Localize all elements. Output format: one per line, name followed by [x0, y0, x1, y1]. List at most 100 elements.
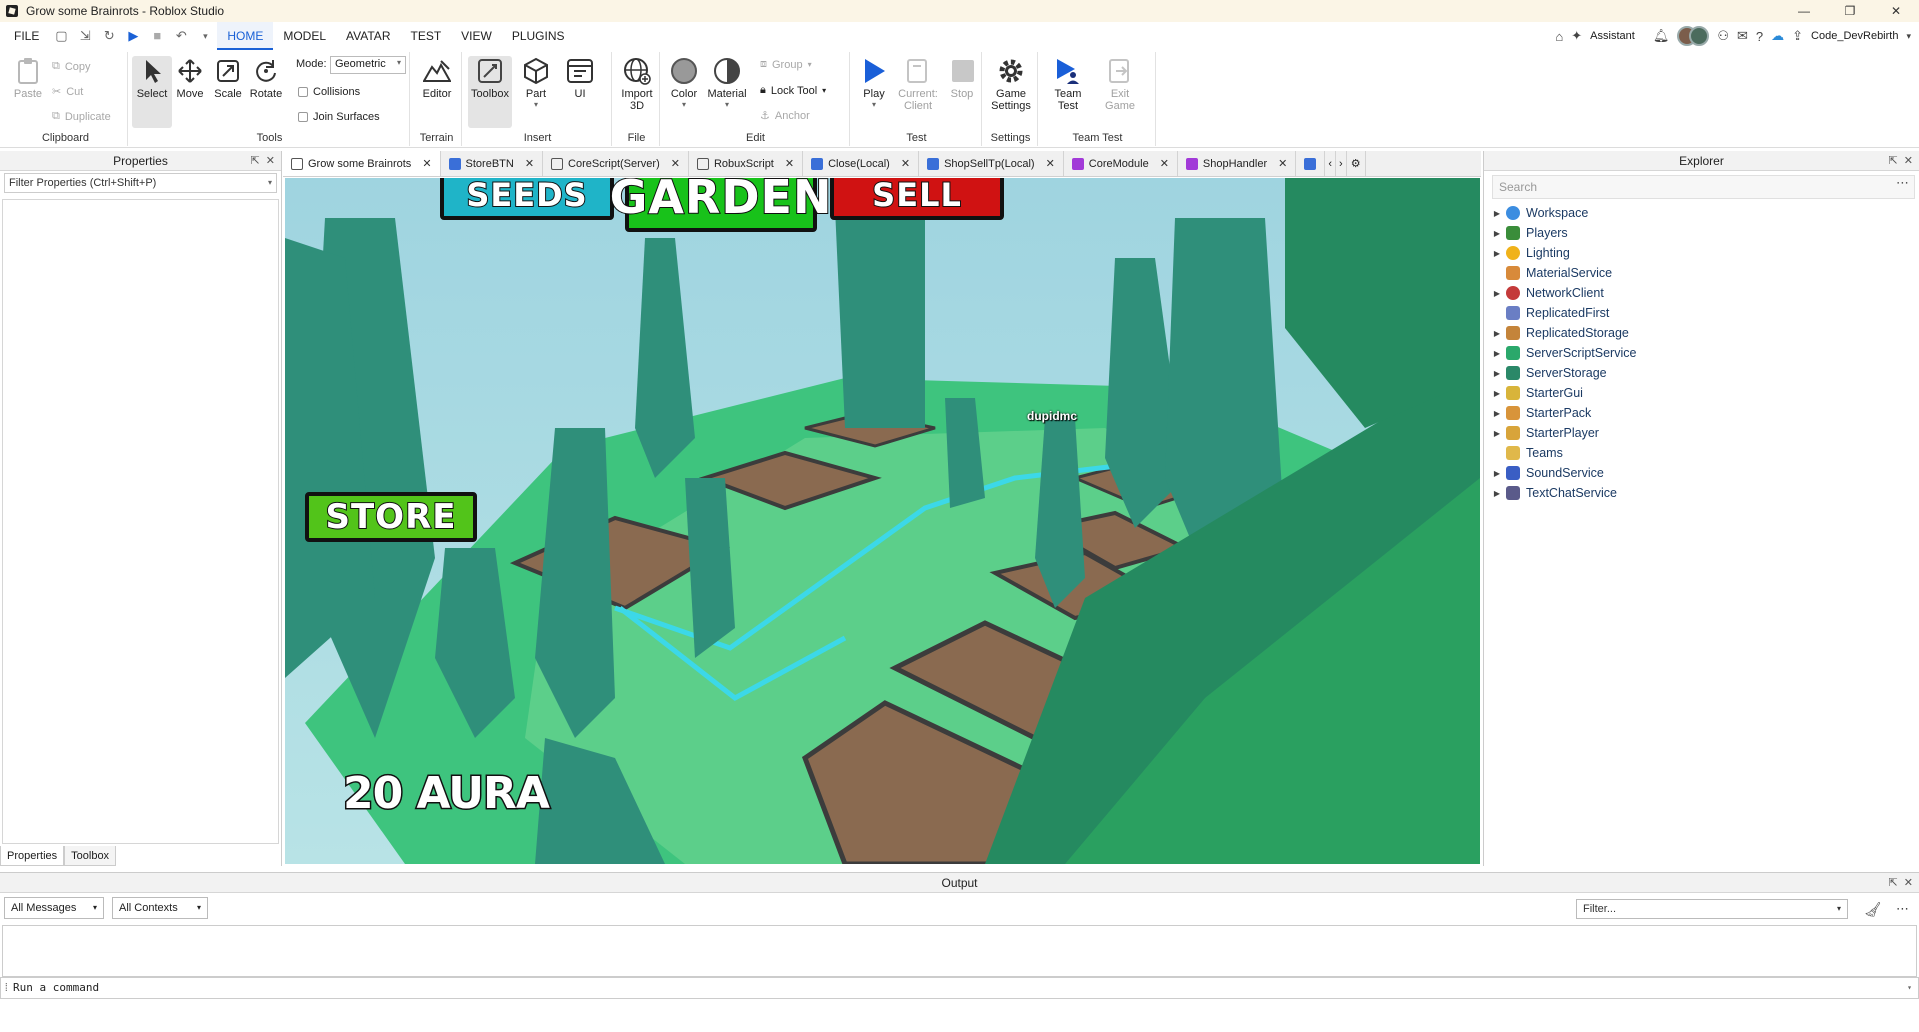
close-icon[interactable]: ✕ — [785, 157, 794, 170]
assistant-button[interactable]: Assistant — [1590, 30, 1635, 42]
tab-plugins[interactable]: PLUGINS — [502, 22, 575, 50]
exit-game-button[interactable]: Exit Game — [1100, 56, 1140, 112]
game-viewport[interactable]: SEEDS GARDEN SELL STORE 20 AURA dupidmc — [285, 178, 1480, 864]
doc-tab[interactable]: RobuxScript ✕ — [689, 151, 804, 176]
store-button[interactable]: STORE — [305, 492, 477, 542]
new-file-icon[interactable]: ▢ — [53, 28, 69, 44]
doc-tab[interactable]: Close(Local) ✕ — [803, 151, 920, 176]
expand-arrow-icon[interactable]: ▶ — [1490, 369, 1504, 378]
join-surfaces-checkbox[interactable] — [298, 112, 308, 122]
move-button[interactable]: Move — [170, 56, 210, 100]
tree-item-players[interactable]: ▶ Players — [1490, 223, 1919, 243]
color-button[interactable]: Color ▾ — [664, 56, 704, 109]
dock-icon[interactable]: ⇱ — [1888, 155, 1897, 167]
doc-tab[interactable]: CoreScript(Server) ✕ — [543, 151, 689, 176]
tree-item-replicatedstorage[interactable]: ▶ ReplicatedStorage — [1490, 323, 1919, 343]
close-icon[interactable]: ✕ — [1904, 155, 1913, 167]
close-icon[interactable]: ✕ — [1046, 157, 1055, 170]
doc-tab[interactable]: ShopSellTp(Local) ✕ — [919, 151, 1064, 176]
tab-settings-gear-icon[interactable]: ⚙ — [1347, 151, 1366, 176]
scale-button[interactable]: Scale — [208, 56, 248, 100]
expand-arrow-icon[interactable]: ▶ — [1490, 209, 1504, 218]
close-icon[interactable]: ✕ — [1160, 157, 1169, 170]
part-button[interactable]: Part ▾ — [516, 56, 556, 109]
lock-tool-button[interactable]: 🔒︎ Lock Tool ▾ — [760, 84, 826, 97]
tab-view[interactable]: VIEW — [451, 22, 502, 50]
file-menu[interactable]: FILE — [0, 22, 49, 50]
play-dropdown-icon[interactable]: ▾ — [854, 100, 894, 109]
share-icon[interactable]: ⇪ — [1792, 28, 1803, 44]
paste-button[interactable]: Paste — [8, 56, 48, 100]
sparkle-icon[interactable]: ✦ — [1571, 28, 1582, 44]
expand-arrow-icon[interactable]: ▶ — [1490, 249, 1504, 258]
collaborator-avatars[interactable] — [1677, 26, 1710, 46]
collisions-toggle[interactable]: Collisions — [298, 86, 360, 98]
material-button[interactable]: Material ▾ — [704, 56, 750, 109]
username[interactable]: Code_DevRebirth — [1811, 30, 1898, 42]
doc-tab[interactable]: Grow some Brainrots ✕ — [283, 151, 441, 176]
tab-model[interactable]: MODEL — [273, 22, 336, 50]
close-icon[interactable]: ✕ — [422, 157, 431, 170]
account-dropdown-icon[interactable]: ▾ — [1906, 31, 1911, 42]
close-icon[interactable]: ✕ — [671, 157, 680, 170]
expand-arrow-icon[interactable]: ▶ — [1490, 349, 1504, 358]
scroll-tabs-right-icon[interactable]: › — [1336, 151, 1347, 176]
rotate-button[interactable]: Rotate — [246, 56, 286, 100]
tree-item-serverstorage[interactable]: ▶ ServerStorage — [1490, 363, 1919, 383]
dock-icon[interactable]: ⇱ — [250, 155, 259, 167]
chat-icon[interactable]: ✉ — [1737, 28, 1748, 44]
terrain-editor-button[interactable]: Editor — [417, 56, 457, 100]
contexts-filter-dropdown[interactable]: All Contexts ▾ — [112, 897, 208, 919]
cloud-icon[interactable]: ☁ — [1771, 28, 1784, 44]
tab-avatar[interactable]: AVATAR — [336, 22, 400, 50]
quick-access-dropdown-icon[interactable]: ▾ — [197, 28, 213, 44]
scroll-tabs-left-icon[interactable]: ‹ — [1325, 151, 1337, 176]
doc-tab[interactable]: CoreModule ✕ — [1064, 151, 1178, 176]
avatar[interactable] — [1689, 26, 1710, 46]
sell-button[interactable]: SELL — [830, 178, 1004, 220]
close-icon[interactable]: ✕ — [901, 157, 910, 170]
maximize-button[interactable]: ❐ — [1827, 0, 1873, 22]
expand-arrow-icon[interactable]: ▶ — [1490, 289, 1504, 298]
material-dropdown-icon[interactable]: ▾ — [704, 100, 750, 109]
close-icon[interactable]: ✕ — [1904, 877, 1913, 889]
tree-item-startergui[interactable]: ▶ StarterGui — [1490, 383, 1919, 403]
tree-item-starterpack[interactable]: ▶ StarterPack — [1490, 403, 1919, 423]
join-surfaces-toggle[interactable]: Join Surfaces — [298, 111, 380, 123]
expand-arrow-icon[interactable]: ▶ — [1490, 409, 1504, 418]
copy-button[interactable]: ⧉ Copy — [52, 60, 91, 73]
garden-button[interactable]: GARDEN — [609, 178, 832, 232]
tab-toolbox[interactable]: Toolbox — [64, 846, 117, 866]
undo-icon[interactable]: ↶ — [173, 28, 189, 44]
expand-arrow-icon[interactable]: ▶ — [1490, 229, 1504, 238]
close-window-button[interactable]: ✕ — [1873, 0, 1919, 22]
tree-item-starterplayer[interactable]: ▶ StarterPlayer — [1490, 423, 1919, 443]
tree-item-soundservice[interactable]: ▶ SoundService — [1490, 463, 1919, 483]
play-button[interactable]: Play ▾ — [854, 56, 894, 109]
tree-item-teams[interactable]: Teams — [1490, 443, 1919, 463]
add-collaborator-icon[interactable]: ⚇ — [1717, 28, 1729, 44]
properties-list[interactable] — [2, 199, 279, 844]
tree-item-lighting[interactable]: ▶ Lighting — [1490, 243, 1919, 263]
help-icon[interactable]: ? — [1756, 29, 1763, 44]
minimize-button[interactable]: — — [1781, 0, 1827, 22]
tree-item-serverscriptservice[interactable]: ▶ ServerScriptService — [1490, 343, 1919, 363]
toolbox-button[interactable]: Toolbox — [468, 56, 512, 128]
notification-bell-icon[interactable]: 🔔︎ — [1653, 28, 1670, 44]
tree-item-replicatedfirst[interactable]: ReplicatedFirst — [1490, 303, 1919, 323]
open-file-icon[interactable]: ⇲ — [77, 28, 93, 44]
game-settings-button[interactable]: Game Settings — [988, 56, 1034, 112]
team-test-button[interactable]: Team Test — [1048, 56, 1088, 112]
expand-arrow-icon[interactable]: ▶ — [1490, 489, 1504, 498]
explorer-search-input[interactable]: Search ⟲ — [1492, 175, 1915, 199]
dock-icon[interactable]: ⇱ — [1888, 877, 1897, 889]
home-icon[interactable]: ⌂ — [1555, 29, 1563, 44]
close-icon[interactable]: ✕ — [1278, 157, 1287, 170]
messages-filter-dropdown[interactable]: All Messages ▾ — [4, 897, 104, 919]
doc-tab-overflow[interactable] — [1296, 151, 1326, 176]
close-icon[interactable]: ✕ — [525, 157, 534, 170]
color-dropdown-icon[interactable]: ▾ — [664, 100, 704, 109]
anchor-button[interactable]: ⚓︎ Anchor — [760, 109, 810, 123]
expand-arrow-icon[interactable]: ▶ — [1490, 429, 1504, 438]
tree-item-materialservice[interactable]: MaterialService — [1490, 263, 1919, 283]
